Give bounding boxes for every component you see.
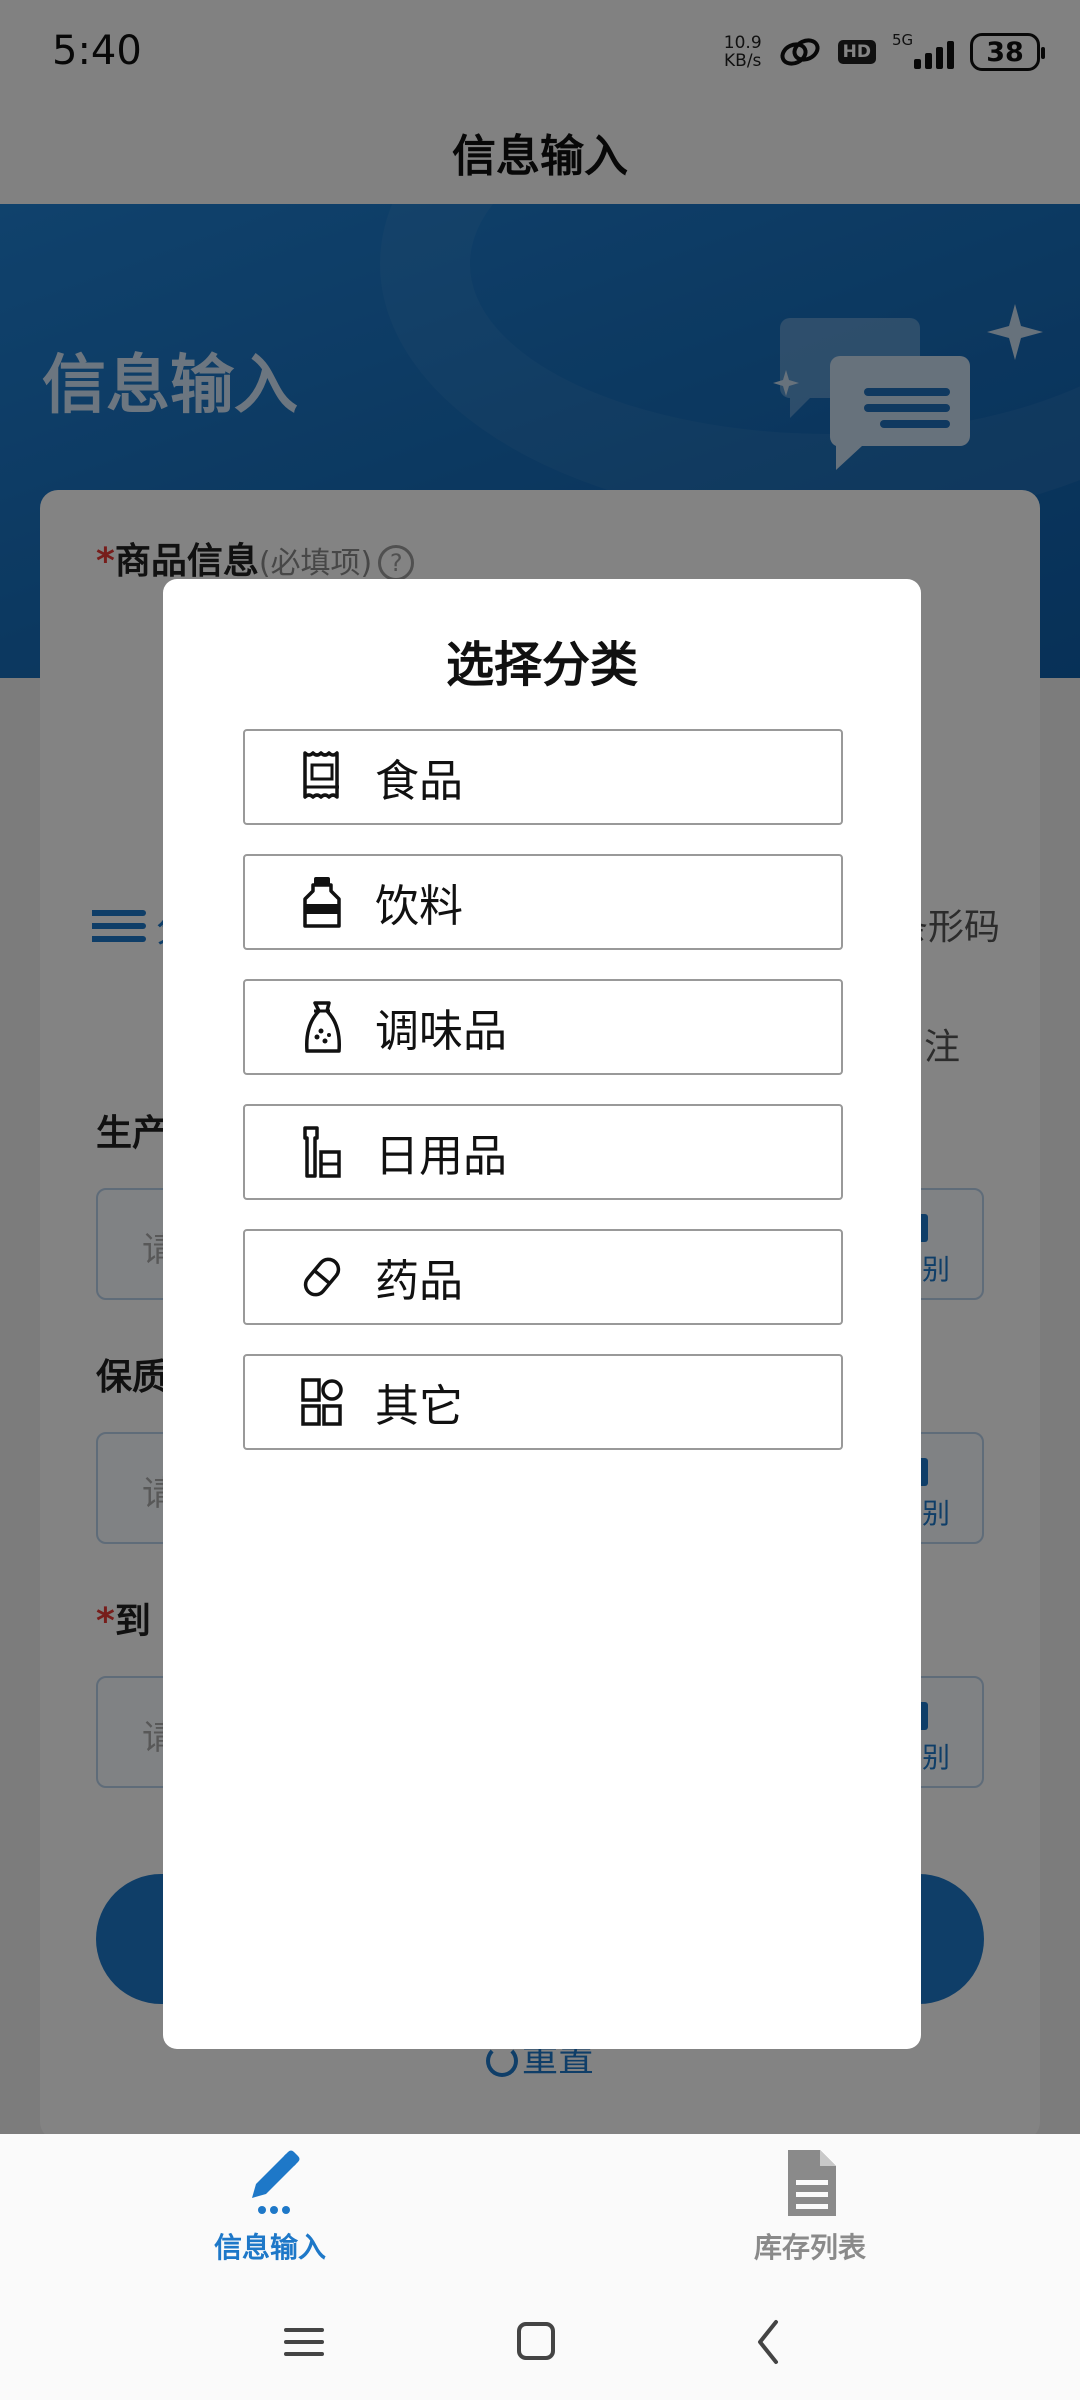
- category-item-food[interactable]: 食品: [243, 729, 843, 825]
- tab-inventory-list[interactable]: 库存列表: [660, 2134, 960, 2284]
- document-list-icon: [788, 2150, 836, 2216]
- tab-info-input[interactable]: 信息输入: [120, 2134, 420, 2284]
- drink-bottle-icon: [295, 872, 349, 932]
- system-nav-bar: [0, 2284, 1080, 2400]
- pill-capsule-icon: [295, 1247, 349, 1307]
- home-icon[interactable]: [506, 2312, 566, 2372]
- category-item-drink[interactable]: 饮料: [243, 854, 843, 950]
- category-item-seasoning[interactable]: 调味品: [243, 979, 843, 1075]
- bottom-nav: 信息输入 库存列表: [0, 2134, 1080, 2284]
- menu-icon[interactable]: [274, 2312, 334, 2372]
- modal-title: 选择分类: [445, 637, 638, 693]
- seasoning-bag-icon: [295, 997, 349, 1057]
- pencil-icon: [252, 2150, 300, 2214]
- food-package-icon: [295, 747, 349, 807]
- category-modal: 选择分类 食品 饮料 调味品 日用品 药品 其它: [163, 579, 921, 2049]
- grid-apps-icon: [295, 1372, 349, 1432]
- back-icon[interactable]: [740, 2312, 800, 2372]
- category-item-daily-goods[interactable]: 日用品: [243, 1104, 843, 1200]
- daily-goods-icon: [295, 1122, 349, 1182]
- category-item-medicine[interactable]: 药品: [243, 1229, 843, 1325]
- category-item-other[interactable]: 其它: [243, 1354, 843, 1450]
